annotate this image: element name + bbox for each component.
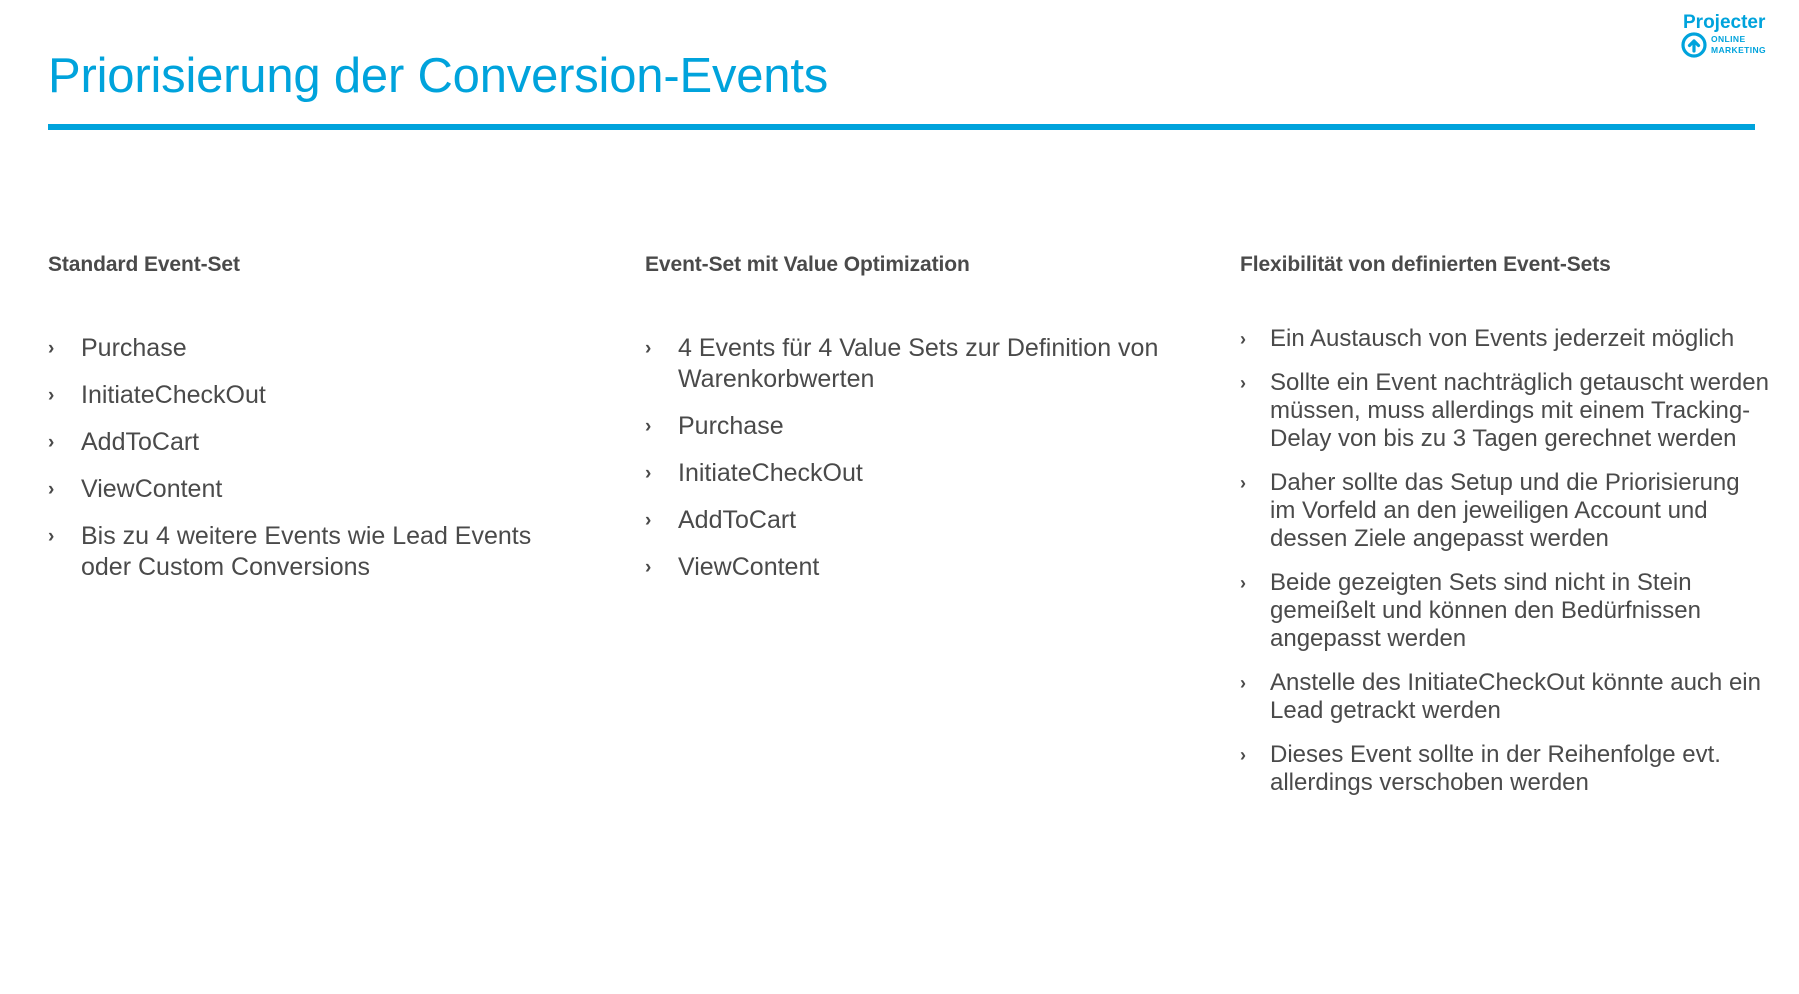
list-item: › Purchase — [645, 411, 1185, 442]
chevron-right-icon: › — [48, 432, 55, 454]
logo-tagline-line2-text: MARKETING — [1711, 45, 1766, 55]
projecter-logo: Projecter ONLINE MARKETING — [1681, 12, 1766, 58]
chevron-right-icon: › — [645, 463, 652, 485]
list-item-text: ViewContent — [678, 553, 820, 582]
chevron-right-icon: › — [48, 385, 55, 407]
list-item: › Beide gezeigten Sets sind nicht in Ste… — [1240, 569, 1770, 653]
title-underline-rule — [48, 124, 1755, 130]
chevron-right-icon: › — [1240, 673, 1246, 694]
logo-circle-arrow-icon — [1681, 32, 1707, 58]
list-item-text: Dieses Event sollte in der Reihenfolge e… — [1270, 741, 1721, 797]
column-flexibility-event-sets: Flexibilität von definierten Event-Sets … — [1240, 252, 1770, 813]
column-event-set-value-optimization: Event-Set mit Value Optimization › 4 Eve… — [645, 252, 1185, 599]
chevron-right-icon: › — [645, 510, 652, 532]
column-heading: Standard Event-Set — [48, 253, 240, 276]
list-item: › Anstelle des InitiateCheckOut könnte a… — [1240, 669, 1770, 725]
list-item-text: Anstelle des InitiateCheckOut könnte auc… — [1270, 669, 1761, 725]
list-item: › InitiateCheckOut — [645, 458, 1185, 489]
content-columns: Standard Event-Set › Purchase › Initiate… — [0, 252, 1799, 982]
column-standard-event-set: Standard Event-Set › Purchase › Initiate… — [48, 252, 588, 599]
chevron-right-icon: › — [48, 526, 55, 548]
list-item-text: Beide gezeigten Sets sind nicht in Stein… — [1270, 569, 1701, 653]
chevron-right-icon: › — [1240, 473, 1246, 494]
bullet-list: › 4 Events für 4 Value Sets zur Definiti… — [645, 333, 1185, 583]
chevron-right-icon: › — [48, 479, 55, 501]
list-item: › AddToCart — [48, 427, 588, 458]
list-item-text: Purchase — [81, 334, 187, 363]
slide: Projecter ONLINE MARKETING Priorisierung… — [0, 0, 1799, 994]
list-item: › Dieses Event sollte in der Reihenfolge… — [1240, 741, 1770, 797]
logo-wordmark-text: Projecter — [1683, 12, 1766, 33]
list-item-text: AddToCart — [678, 506, 797, 535]
logo-tagline-line1-text: ONLINE — [1711, 34, 1746, 44]
list-item-text: Sollte ein Event nachträglich getauscht … — [1270, 369, 1769, 453]
list-item-text: AddToCart — [81, 428, 200, 457]
bullet-list: › Ein Austausch von Events jederzeit mög… — [1240, 325, 1770, 797]
page-title: Priorisierung der Conversion-Events — [48, 49, 829, 103]
list-item: › Daher sollte das Setup und die Prioris… — [1240, 469, 1770, 553]
list-item-text: Ein Austausch von Events jederzeit mögli… — [1270, 325, 1735, 353]
list-item-text: InitiateCheckOut — [81, 381, 266, 410]
chevron-right-icon: › — [645, 416, 652, 438]
column-heading: Flexibilität von definierten Event-Sets — [1240, 253, 1611, 276]
list-item: › 4 Events für 4 Value Sets zur Definiti… — [645, 333, 1185, 395]
list-item-text: 4 Events für 4 Value Sets zur Definition… — [678, 334, 1159, 394]
chevron-right-icon: › — [1240, 573, 1246, 594]
list-item: › Ein Austausch von Events jederzeit mög… — [1240, 325, 1770, 353]
bullet-list: › Purchase › InitiateCheckOut › AddToCar… — [48, 333, 588, 583]
list-item: › Sollte ein Event nachträglich getausch… — [1240, 369, 1770, 453]
chevron-right-icon: › — [645, 557, 652, 579]
list-item-text: Purchase — [678, 412, 784, 441]
list-item: › Bis zu 4 weitere Events wie Lead Event… — [48, 521, 588, 583]
list-item: › ViewContent — [48, 474, 588, 505]
chevron-right-icon: › — [645, 338, 652, 360]
list-item-text: Daher sollte das Setup und die Priorisie… — [1270, 469, 1740, 553]
chevron-right-icon: › — [1240, 745, 1246, 766]
chevron-right-icon: › — [1240, 373, 1246, 394]
list-item: › ViewContent — [645, 552, 1185, 583]
list-item: › AddToCart — [645, 505, 1185, 536]
column-heading: Event-Set mit Value Optimization — [645, 253, 970, 276]
chevron-right-icon: › — [1240, 329, 1246, 350]
list-item-text: InitiateCheckOut — [678, 459, 863, 488]
list-item-text: Bis zu 4 weitere Events wie Lead Events … — [81, 522, 532, 582]
list-item: › Purchase — [48, 333, 588, 364]
list-item-text: ViewContent — [81, 475, 223, 504]
list-item: › InitiateCheckOut — [48, 380, 588, 411]
chevron-right-icon: › — [48, 338, 55, 360]
